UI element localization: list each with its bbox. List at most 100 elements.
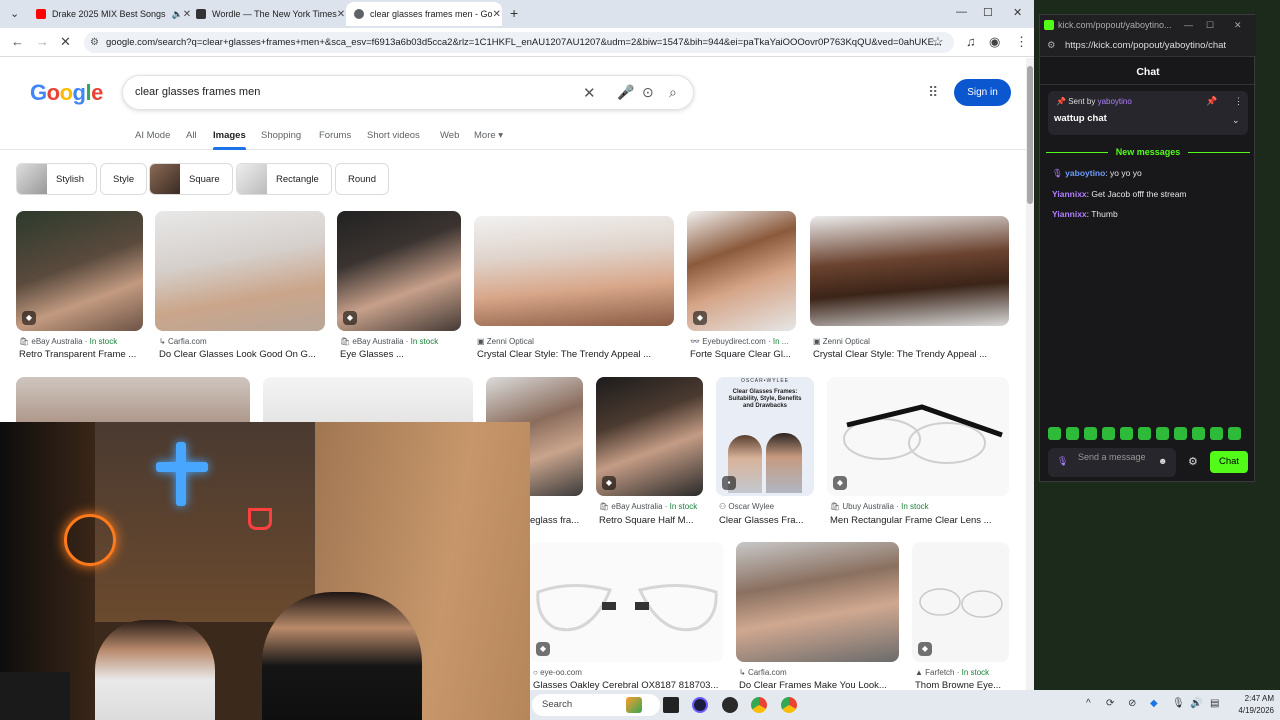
network-icon[interactable]: ▤ [1210, 698, 1219, 709]
back-icon[interactable]: ← [11, 34, 24, 49]
chat-username[interactable]: yaboytino [1065, 168, 1105, 178]
volume-icon[interactable]: 🔊 [1190, 698, 1202, 709]
search-box[interactable]: clear glasses frames men ✕ 🎤 ⊙ ⌕ [122, 75, 694, 110]
widget-icon[interactable] [626, 697, 642, 713]
tab-all[interactable]: All [186, 130, 197, 141]
tab-more[interactable]: More ▾ [474, 130, 503, 141]
media-icon[interactable]: ♫ [966, 34, 976, 49]
close-icon[interactable]: ✕ [337, 9, 345, 20]
mic-icon[interactable]: 🎤 [617, 84, 634, 101]
close-icon[interactable]: ✕ [493, 9, 501, 20]
result-image[interactable]: OSCAR•WYLEE Clear Glasses Frames: Suitab… [716, 377, 814, 496]
tab-search-icon[interactable]: ⌄ [10, 7, 19, 20]
result-source[interactable]: 👓 Eyebuydirect.com · In ... [690, 337, 788, 346]
chip-stylish[interactable]: Stylish [16, 163, 97, 195]
tab-forums[interactable]: Forums [319, 130, 351, 141]
mic-tray-icon[interactable]: 🎙 [1172, 698, 1185, 709]
tab-drake[interactable]: Drake 2025 MIX Best Songs 🔈 ✕ [28, 2, 191, 26]
emote-icon[interactable] [1210, 427, 1223, 440]
result-source[interactable]: 🛍 eBay Australia · In stock [19, 337, 117, 346]
new-tab-icon[interactable]: + [510, 5, 518, 21]
result-source[interactable]: ↳ Carfia.com [159, 337, 207, 346]
chat-username[interactable]: Yiannixx [1052, 209, 1087, 219]
result-image[interactable]: ◆ [912, 542, 1009, 662]
minimize-icon[interactable]: — [956, 6, 967, 18]
page-scrollbar[interactable] [1026, 58, 1034, 690]
pinned-username[interactable]: yaboytino [1098, 97, 1132, 106]
result-source[interactable]: 🛍 Ubuy Australia · In stock [830, 502, 929, 511]
url-field[interactable]: ⚙ google.com/search?q=clear+glasses+fram… [84, 32, 954, 53]
result-source[interactable]: ▣ Zenni Optical [477, 337, 534, 346]
tab-google[interactable]: clear glasses frames men - Go ✕ [346, 2, 502, 26]
result-source[interactable]: 🛍 eBay Australia · In stock [599, 502, 697, 511]
emote-icon[interactable] [1102, 427, 1115, 440]
result-image[interactable]: ◆ [827, 377, 1009, 496]
search-input[interactable]: clear glasses frames men [135, 86, 260, 98]
maximize-icon[interactable]: ☐ [983, 6, 993, 19]
result-image[interactable]: ◆ [596, 377, 703, 496]
tab-short-videos[interactable]: Short videos [367, 130, 420, 141]
stop-icon[interactable]: ✕ [60, 34, 71, 50]
tab-wordle[interactable]: Wordle — The New York Times ✕ [188, 2, 345, 26]
tab-ai-mode[interactable]: AI Mode [135, 130, 170, 141]
result-image[interactable]: ◆ [16, 211, 143, 331]
bluetooth-icon[interactable]: ◆ [1150, 698, 1158, 709]
close-window-icon[interactable]: ✕ [1234, 15, 1242, 35]
chevron-down-icon[interactable]: ⌄ [1232, 115, 1240, 126]
profile-icon[interactable]: ◉ [989, 34, 1000, 50]
result-image[interactable]: ◆ [687, 211, 796, 331]
chip-style[interactable]: Style [100, 163, 148, 195]
emote-icon[interactable] [1048, 427, 1061, 440]
emoji-icon[interactable]: ☻ [1158, 456, 1167, 467]
emote-icon[interactable] [1120, 427, 1133, 440]
apps-grid-icon[interactable]: ⠿ [928, 84, 938, 101]
tray-app-icon[interactable]: ⊘ [1128, 698, 1136, 709]
result-title[interactable]: Eye Glasses ... [340, 349, 460, 360]
search-icon[interactable]: ⌕ [669, 84, 677, 101]
result-image[interactable]: ◆ [530, 542, 723, 662]
close-window-icon[interactable]: ✕ [1013, 6, 1022, 19]
emote-icon[interactable] [1066, 427, 1079, 440]
google-logo[interactable]: Google [30, 80, 103, 106]
pinned-message[interactable]: 📌 Sent by yaboytino 📌 ⋮ wattup chat ⌄ [1048, 91, 1248, 135]
result-image[interactable] [736, 542, 899, 662]
result-image[interactable]: ◆ [337, 211, 461, 331]
result-title[interactable]: eglass fra... [530, 515, 582, 526]
tab-shopping[interactable]: Shopping [261, 130, 301, 141]
minimize-icon[interactable]: — [1184, 15, 1193, 35]
forward-icon[interactable]: → [36, 34, 49, 49]
result-title[interactable]: Clear Glasses Fra... [719, 515, 815, 526]
result-title[interactable]: Men Rectangular Frame Clear Lens ... [830, 515, 1008, 526]
result-title[interactable]: Crystal Clear Style: The Trendy Appeal .… [477, 349, 673, 360]
emote-icon[interactable] [1174, 427, 1187, 440]
pin-icon[interactable]: 📌 [1206, 96, 1217, 107]
chat-message-input[interactable]: 🎙 Send a message ☻ [1048, 448, 1176, 477]
result-source[interactable]: ⚇ Oscar Wylee [719, 502, 774, 511]
tray-overflow-icon[interactable]: ^ [1086, 698, 1091, 709]
sync-icon[interactable]: ⟳ [1106, 698, 1114, 709]
camera-search-icon[interactable]: ⊙ [642, 84, 654, 101]
obs-icon[interactable] [692, 697, 708, 713]
send-chat-button[interactable]: Chat [1210, 451, 1248, 473]
result-source[interactable]: ▣ Zenni Optical [813, 337, 870, 346]
site-info-icon[interactable]: ⚙ [90, 32, 99, 53]
result-image[interactable] [810, 216, 1009, 326]
menu-icon[interactable]: ⋮ [1015, 34, 1028, 50]
more-options-icon[interactable]: ⋮ [1234, 96, 1243, 107]
task-view-icon[interactable] [663, 697, 679, 713]
result-title[interactable]: Thom Browne Eye... [915, 680, 1009, 690]
clear-icon[interactable]: ✕ [583, 84, 596, 102]
result-image[interactable] [474, 216, 674, 326]
tab-images[interactable]: Images [213, 130, 246, 141]
chrome-icon[interactable] [781, 697, 797, 713]
result-title[interactable]: Forte Square Clear Gl... [690, 349, 796, 360]
kick-url-bar[interactable]: ⚙ https://kick.com/popout/yaboytino/chat [1040, 35, 1256, 57]
app-icon[interactable] [722, 697, 738, 713]
bookmark-star-icon[interactable]: ☆ [932, 34, 944, 50]
chrome-icon[interactable] [751, 697, 767, 713]
emote-icon[interactable] [1084, 427, 1097, 440]
chat-settings-icon[interactable]: ⚙ [1188, 455, 1198, 468]
maximize-icon[interactable]: ☐ [1206, 15, 1214, 35]
result-title[interactable]: Retro Square Half M... [599, 515, 703, 526]
result-title[interactable]: Glasses Oakley Cerebral OX8187 818703... [533, 680, 723, 690]
